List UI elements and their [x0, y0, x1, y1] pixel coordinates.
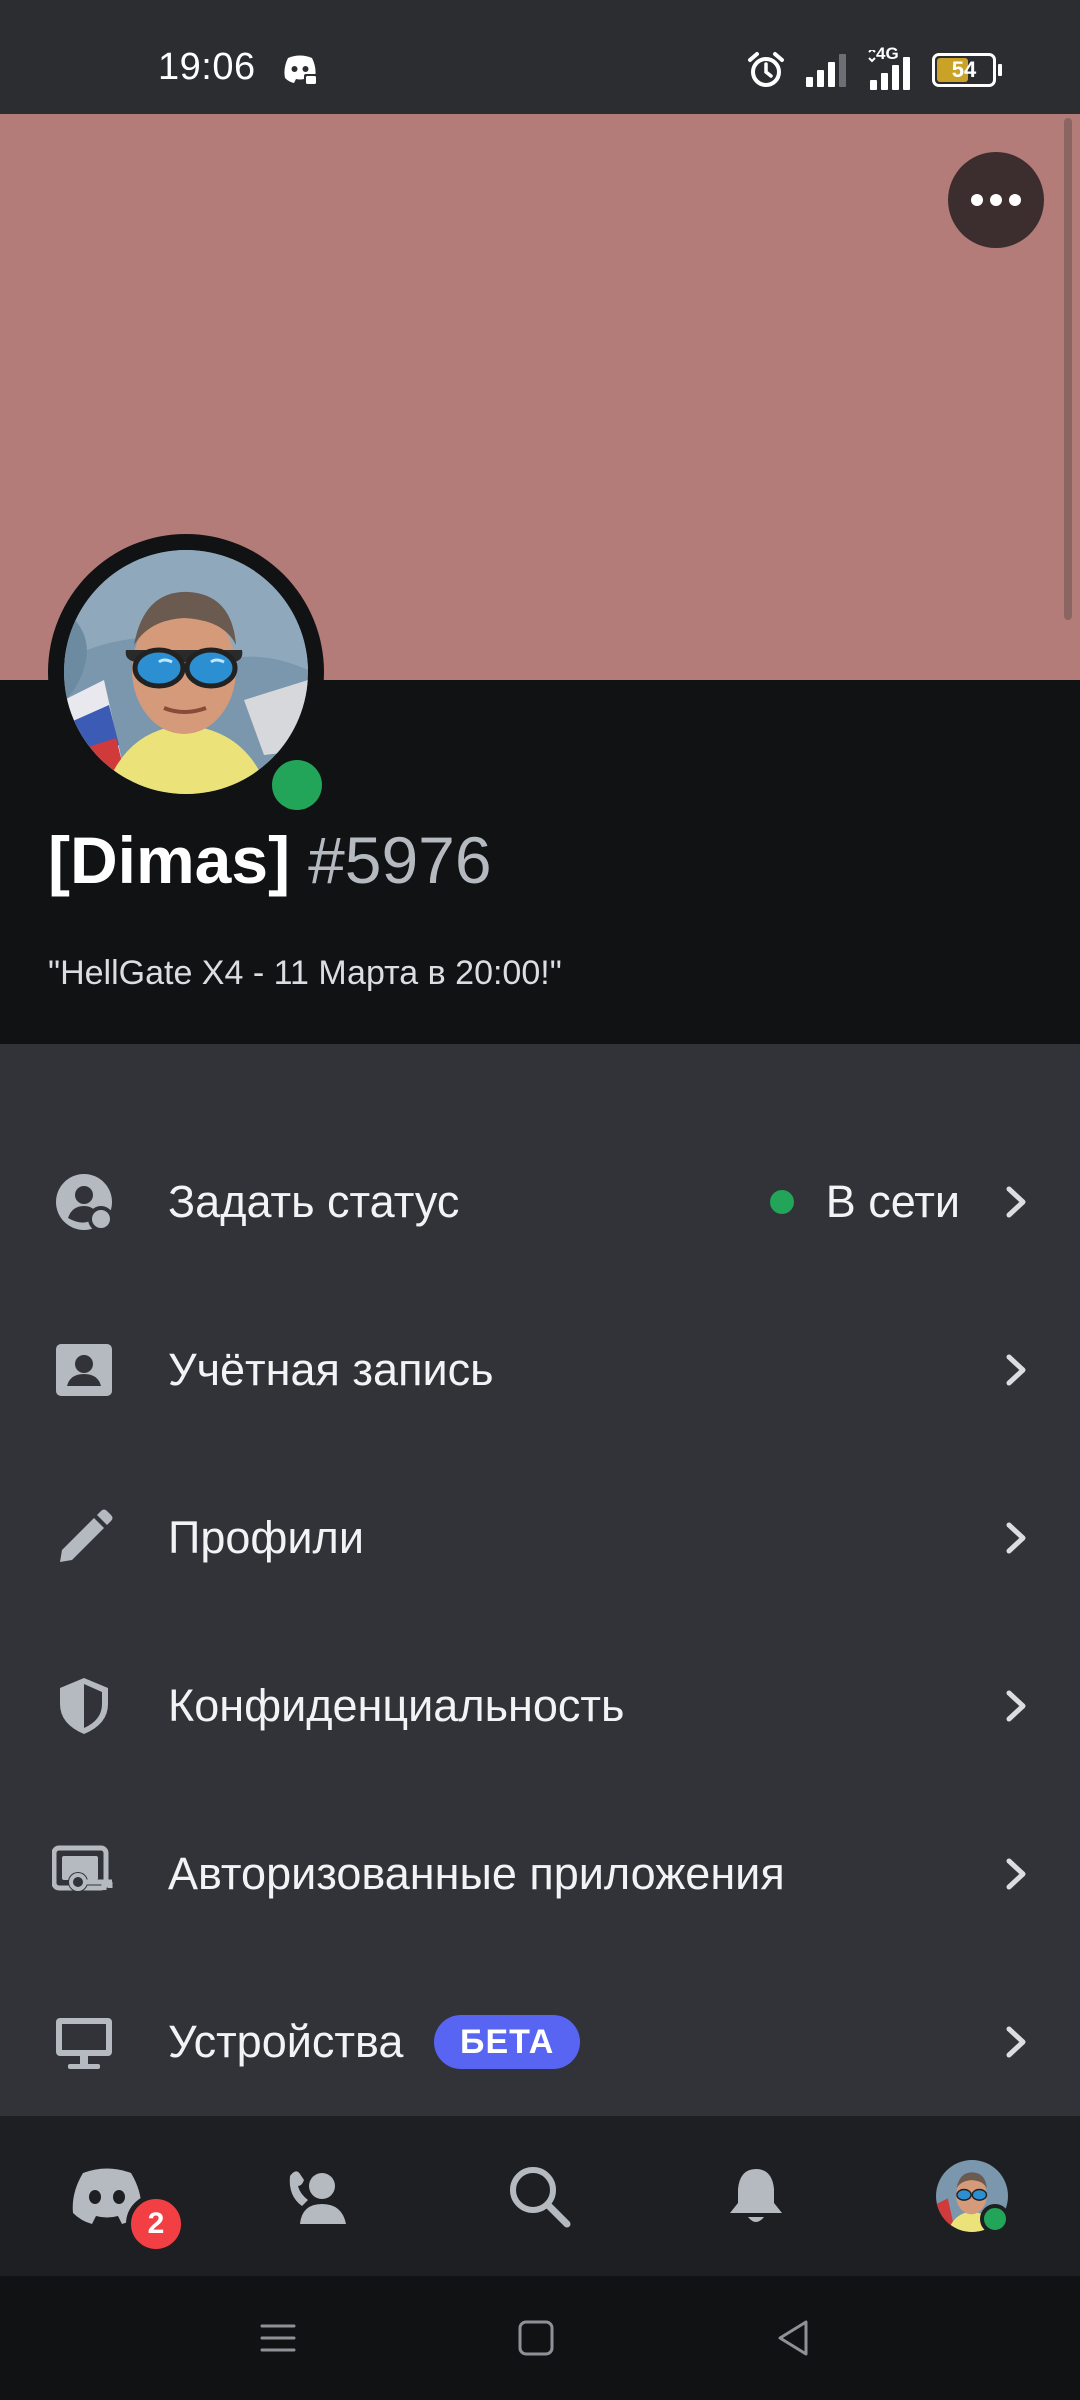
friends-icon: [289, 2171, 346, 2224]
nav-profile[interactable]: [912, 2116, 1032, 2276]
status-time: 19:06: [158, 46, 256, 88]
status-value: В сети: [825, 1176, 960, 1227]
home-square-icon[interactable]: [512, 2314, 560, 2362]
settings-item-label: Задать статус: [168, 1176, 460, 1227]
nav-online-indicator: [980, 2204, 1010, 2234]
profile-screen: 19:06 4G 54 [Dimas] #5976 "HellGate X4 -…: [0, 0, 1080, 2400]
scrollbar[interactable]: [1064, 118, 1072, 620]
alarm-icon: [748, 52, 784, 87]
chevron-right-icon: [1006, 2026, 1026, 2058]
chevron-right-icon: [1006, 1522, 1026, 1554]
notifications-icon: [730, 2169, 782, 2222]
authorized-apps-icon: [52, 1845, 113, 1892]
shield-icon: [60, 1678, 108, 1734]
signal-4g-icon: 4G: [866, 44, 914, 90]
pencil-icon: [60, 1509, 113, 1562]
settings-item-label: Конфиденциальность: [168, 1680, 625, 1731]
search-icon: [510, 2167, 571, 2228]
settings-item-label: Учётная запись: [168, 1344, 494, 1395]
chevron-right-icon: [1006, 1690, 1026, 1722]
settings-item-authorized-apps[interactable]: Авторизованные приложения: [0, 1790, 1080, 1958]
status-icon: [56, 1174, 114, 1232]
custom-status: "HellGate X4 - 11 Марта в 20:00!": [48, 954, 562, 992]
username: [Dimas]: [48, 823, 291, 897]
settings-item-privacy[interactable]: Конфиденциальность: [0, 1622, 1080, 1790]
battery-icon: 54: [932, 53, 1002, 87]
settings-item-account[interactable]: Учётная запись: [0, 1286, 1080, 1454]
status-icons: 4G 54: [746, 44, 1002, 90]
discord-notification-icon: [284, 55, 318, 86]
username-line: [Dimas] #5976: [48, 820, 492, 900]
nav-search[interactable]: [479, 2116, 599, 2276]
chevron-right-icon: [1006, 1858, 1026, 1890]
system-nav-bar: [0, 2276, 1080, 2400]
settings-item-set-status[interactable]: Задать статус В сети: [0, 1118, 1080, 1286]
back-triangle-icon[interactable]: [770, 2314, 818, 2362]
nav-notifications[interactable]: [696, 2116, 816, 2276]
menu-icon[interactable]: [254, 2314, 302, 2362]
settings-list: Задать статус В сети Учётная запись Проф…: [0, 1044, 1080, 2116]
account-card-icon: [56, 1344, 112, 1396]
chevron-right-icon: [1006, 1354, 1026, 1386]
settings-item-label: Авторизованные приложения: [168, 1848, 785, 1899]
dot-icon: [971, 194, 983, 206]
settings-item-label: Устройства: [168, 2016, 404, 2067]
battery-level: 54: [951, 57, 977, 82]
more-options-button[interactable]: [948, 152, 1044, 248]
home-notification-badge: 2: [126, 2194, 186, 2254]
nav-friends[interactable]: [259, 2116, 379, 2276]
dot-icon: [1009, 194, 1021, 206]
settings-item-devices[interactable]: Устройства БЕТА: [0, 1958, 1080, 2126]
status-bar: 19:06 4G 54: [0, 0, 1080, 114]
online-dot: [770, 1190, 794, 1214]
settings-item-label: Профили: [168, 1512, 364, 1563]
online-status-indicator: [272, 760, 322, 810]
monitor-icon: [56, 2018, 112, 2069]
chevron-right-icon: [1006, 1186, 1026, 1218]
avatar-image: [64, 550, 308, 794]
discriminator: #5976: [308, 823, 492, 897]
dot-icon: [990, 194, 1002, 206]
settings-item-profiles[interactable]: Профили: [0, 1454, 1080, 1622]
beta-badge: БЕТА: [434, 2015, 581, 2069]
signal-icon: [806, 54, 846, 87]
